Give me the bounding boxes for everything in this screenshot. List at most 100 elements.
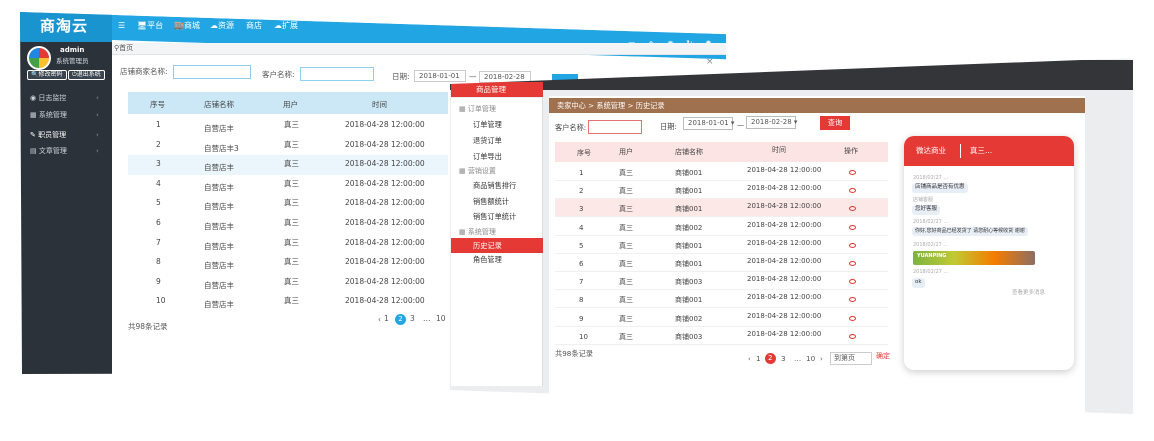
view-eye-icon[interactable] <box>849 261 856 266</box>
view-eye-icon[interactable] <box>849 297 856 303</box>
pager-prev[interactable]: ‹ <box>378 316 381 324</box>
user-name: admin <box>60 46 85 54</box>
date-to-select[interactable]: 2018-02-28 <box>479 71 531 83</box>
table-row[interactable]: 7 真三 商铺003 2018-04-28 12:00:00 <box>555 272 888 291</box>
col-shop: 店铺名称 <box>675 148 703 156</box>
table-row[interactable]: 3 自营店丰 真三 2018-04-28 12:00:00 <box>128 155 448 176</box>
tab-goods[interactable]: 商品管理 <box>451 82 543 97</box>
view-eye-icon[interactable] <box>849 333 856 339</box>
logout-button[interactable]: ⏻退出系统 <box>68 70 105 80</box>
table-row[interactable]: 2 自营店丰3 真三 2018-04-28 12:00:00 <box>128 136 448 156</box>
date-from-select[interactable]: 2018-01-01 ▾ <box>683 117 734 130</box>
nav-resource[interactable]: ☁资源 <box>210 22 234 30</box>
table-row[interactable]: 4 自营店丰 真三 2018-04-28 12:00:00 <box>128 175 448 195</box>
view-eye-icon[interactable] <box>849 279 856 285</box>
table-row[interactable]: 10 真三 商铺003 2018-04-28 12:00:00 <box>555 327 888 345</box>
sidebar-item-sales-rank[interactable]: 商品销售排行 <box>473 182 516 189</box>
logo[interactable]: 商淘云 <box>20 12 112 42</box>
menu-toggle-icon[interactable]: ☰ <box>118 22 125 30</box>
pager-page-3[interactable]: 3 <box>410 315 415 323</box>
goto-confirm-button[interactable]: 确定 <box>876 353 890 360</box>
sidebar-item-article[interactable]: ▤ 文章管理 ‹ <box>30 148 99 155</box>
cell-shop: 商铺001 <box>675 260 703 268</box>
customer-name-input[interactable] <box>588 120 642 134</box>
cell-user: 真三 <box>619 169 633 177</box>
cell-time: 2018-04-28 12:00:00 <box>345 296 425 306</box>
table-row[interactable]: 5 真三 商铺001 2018-04-28 12:00:00 <box>555 236 888 254</box>
table-row[interactable]: 8 自营店丰 真三 2018-04-28 12:00:00 <box>128 253 448 273</box>
table-row[interactable]: 2 真三 商铺001 2018-04-28 12:00:00 <box>555 181 888 200</box>
table-row[interactable]: 6 真三 商铺001 2018-04-28 12:00:00 <box>555 254 888 272</box>
sidebar-item-sales-stats[interactable]: 销售额统计 <box>473 198 509 205</box>
cell-time: 2018-04-28 12:00:00 <box>747 329 822 338</box>
view-eye-icon[interactable] <box>849 315 856 321</box>
breadcrumb-system[interactable]: 系统管理 <box>596 101 625 110</box>
sidebar-item-history[interactable]: 历史记录 <box>451 238 543 253</box>
pager-page-1[interactable]: 1 <box>384 315 389 323</box>
cell-shop: 商铺002 <box>675 314 703 323</box>
cell-time: 2018-04-28 12:00:00 <box>345 159 425 169</box>
pager-page-1[interactable]: 1 <box>756 355 761 362</box>
view-eye-icon[interactable] <box>849 206 856 212</box>
table-row[interactable]: 1 自营店丰 真三 2018-04-28 12:00:00 <box>128 116 448 136</box>
table-row[interactable]: 7 自营店丰 真三 2018-04-28 12:00:00 <box>128 234 448 254</box>
change-password-button[interactable]: 🔍修改密码 <box>27 70 67 80</box>
table-row[interactable]: 6 自营店丰 真三 2018-04-28 12:00:00 <box>128 214 448 234</box>
cell-time: 2018-04-28 12:00:00 <box>345 139 425 149</box>
view-eye-icon[interactable] <box>849 170 856 175</box>
table-row[interactable]: 4 真三 商铺002 2018-04-28 12:00:00 <box>555 218 888 236</box>
pager-page-10[interactable]: 10 <box>436 315 446 323</box>
table-row[interactable]: 8 真三 商铺001 2018-04-28 12:00:00 <box>555 290 888 309</box>
table-row[interactable]: 1 真三 商铺001 2018-04-28 12:00:00 <box>555 163 888 181</box>
col-user: 用户 <box>619 148 633 156</box>
table-header: 序号 店铺名称 用户 时间 <box>128 92 448 114</box>
grid-icon: ▦ <box>459 228 466 236</box>
view-eye-icon[interactable] <box>849 242 856 248</box>
pager-next[interactable]: › <box>820 355 823 362</box>
sidebar-item-order-manage[interactable]: 订单管理 <box>473 121 502 128</box>
sidebar-item-system[interactable]: ▦ 系统管理 ‹ <box>30 112 99 119</box>
cell-shop: 商铺001 <box>675 169 703 177</box>
table-row[interactable]: 3 真三 商铺001 2018-04-28 12:00:00 <box>555 199 888 218</box>
table-row[interactable]: 10 自营店丰 真三 2018-04-28 12:00:00 <box>128 292 448 312</box>
table-row[interactable]: 5 自营店丰 真三 2018-04-28 12:00:00 <box>128 194 448 214</box>
pager-ellipsis: … <box>423 314 431 323</box>
chevron-down-icon: ▾ <box>793 118 798 126</box>
view-eye-icon[interactable] <box>849 224 856 230</box>
cell-shop: 商铺003 <box>675 332 703 341</box>
table-row[interactable]: 9 自营店丰 真三 2018-04-28 12:00:00 <box>128 273 448 293</box>
table-row[interactable]: 9 真三 商铺002 2018-04-28 12:00:00 <box>555 309 888 327</box>
close-icon[interactable]: × <box>706 58 714 67</box>
nav-store[interactable]: 商店 <box>246 22 262 30</box>
date-from-select[interactable]: 2018-01-01 <box>414 70 466 82</box>
view-more-link[interactable]: 查看更多消息 <box>1012 290 1045 297</box>
cell-index: 8 <box>156 257 161 267</box>
customer-name-input[interactable] <box>300 67 374 81</box>
sidebar-item-staff[interactable]: ✎ 职员管理 ‹ <box>30 132 99 139</box>
sidebar-item-return-order[interactable]: 退货订单 <box>473 137 502 144</box>
pager-page-3[interactable]: 3 <box>781 355 786 362</box>
sidebar-item-order-export[interactable]: 订单导出 <box>473 153 502 160</box>
sidebar-item-log[interactable]: ◉ 日志监控 ‹ <box>30 95 99 102</box>
sidebar-item-role-manage[interactable]: 角色管理 <box>473 256 502 263</box>
sidebar-item-order-stats[interactable]: 销售订单统计 <box>473 213 516 220</box>
view-eye-icon[interactable] <box>849 188 856 194</box>
nav-mall[interactable]: 🏬商城 <box>174 22 200 30</box>
goto-page-input[interactable]: 到第页 <box>830 352 872 365</box>
pager-page-2[interactable]: 2 <box>395 314 406 325</box>
product-banner-image[interactable]: YUANPING <box>913 251 1035 265</box>
pager-prev[interactable]: ‹ <box>748 355 751 362</box>
cell-user: 真三 <box>284 120 299 129</box>
menu-group-marketing: ▦ 营销设置 <box>459 167 496 175</box>
breadcrumb-seller-center[interactable]: 卖家中心 <box>557 101 586 110</box>
date-to-select[interactable]: 2018-02-28 ▾ <box>746 116 798 129</box>
cell-time: 2018-04-28 12:00:00 <box>747 184 822 193</box>
query-button[interactable]: 查询 <box>820 116 850 130</box>
nav-extend[interactable]: ☁扩展 <box>274 22 298 30</box>
pager-page-10[interactable]: 10 <box>806 355 815 362</box>
shop-name-input[interactable] <box>173 65 251 79</box>
pager-page-2[interactable]: 2 <box>765 353 776 364</box>
nav-platform[interactable]: 🖥平台 <box>137 22 163 30</box>
cell-index: 4 <box>156 178 161 188</box>
sidebar <box>20 42 112 374</box>
